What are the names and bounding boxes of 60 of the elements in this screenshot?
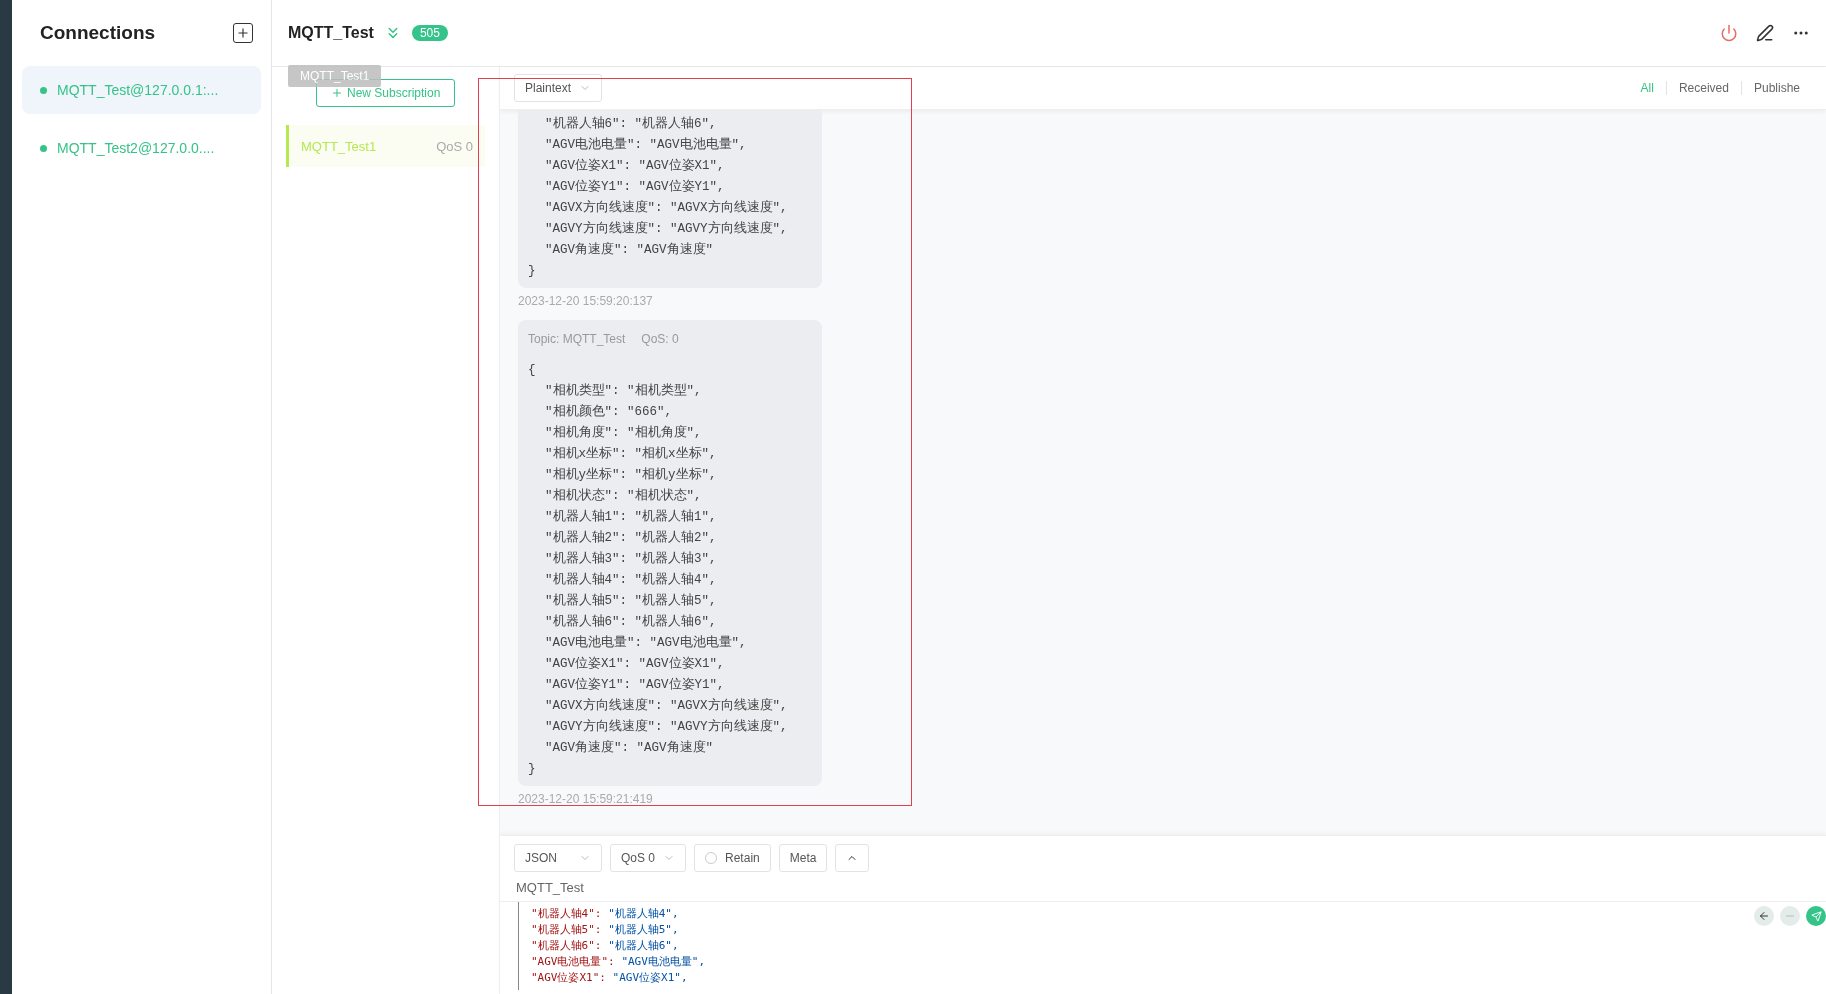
- connection-title: MQTT_Test: [288, 24, 374, 42]
- message-time: 2023-12-20 15:59:21:419: [518, 792, 654, 806]
- editor-line: "AGV电池电量": "AGV电池电量",: [531, 954, 707, 970]
- filter-tab[interactable]: Received: [1665, 81, 1741, 95]
- editor-line: "机器人轴6": "机器人轴6",: [531, 938, 680, 954]
- code-line: "AGV位姿X1": "AGV位姿X1",: [544, 157, 726, 175]
- send-button[interactable]: [1806, 906, 1826, 926]
- code-line: "相机角度": "相机角度",: [544, 424, 703, 442]
- add-icon[interactable]: [233, 23, 253, 43]
- arrow-left-icon: [1758, 910, 1770, 922]
- code-line: "AGV角速度": "AGV角速度": [544, 739, 714, 757]
- sidebar-title: Connections: [40, 22, 156, 44]
- meta-button[interactable]: Meta: [778, 844, 828, 872]
- payload-format-select[interactable]: JSON: [514, 844, 602, 872]
- qos-select[interactable]: QoS 0: [610, 844, 687, 872]
- code-line: "AGVX方向线速度": "AGVX方向线速度",: [544, 697, 789, 715]
- code-line: "机器人轴6": "机器人轴6",: [544, 115, 718, 133]
- retain-toggle[interactable]: Retain: [694, 844, 771, 872]
- message-count: 505: [411, 25, 448, 41]
- code-line: "AGV位姿Y1": "AGV位姿Y1",: [544, 178, 726, 196]
- code-line: "相机类型": "相机类型",: [544, 382, 703, 400]
- message-topic: Topic: MQTT_Test: [528, 332, 626, 346]
- payload-editor[interactable]: "机器人轴4": "机器人轴4", "机器人轴5": "机器人轴5", "机器人轴6": "机器人轴6", "AGV电池电量": "AGV电池电量", "AGV位姿X1": "AGV位姿X1",: [518, 902, 1744, 990]
- code-line: }: [528, 263, 537, 280]
- send-icon: [1810, 910, 1822, 922]
- code-line: "机器人轴5": "机器人轴5",: [544, 592, 718, 610]
- editor-line: "机器人轴5": "机器人轴5",: [531, 922, 680, 938]
- message-qos: QoS: 0: [641, 332, 679, 346]
- back-button[interactable]: [1754, 906, 1774, 926]
- code-line: "机器人轴3": "机器人轴3",: [544, 550, 718, 568]
- code-line: "相机颜色": "666",: [544, 403, 673, 421]
- format-select[interactable]: Plaintext: [514, 74, 603, 102]
- filter-tab[interactable]: Publishe: [1740, 81, 1812, 95]
- editor-line: "机器人轴4": "机器人轴4",: [531, 906, 680, 922]
- code-line: "机器人轴1": "机器人轴1",: [544, 508, 718, 526]
- code-line: "AGV位姿Y1": "AGV位姿Y1",: [544, 676, 726, 694]
- code-line: "AGVY方向线速度": "AGVY方向线速度",: [544, 718, 789, 736]
- code-line: "AGVX方向线速度": "AGVX方向线速度",: [544, 199, 789, 217]
- editor-line: "AGV位姿X1": "AGV位姿X1",: [531, 970, 689, 986]
- code-line: "相机状态": "相机状态",: [544, 487, 703, 505]
- code-line: "AGVY方向线速度": "AGVY方向线速度",: [544, 220, 789, 238]
- message-time: 2023-12-20 15:59:20:137: [518, 294, 654, 308]
- code-line: "AGV电池电量": "AGV电池电量",: [544, 136, 748, 154]
- code-line: "AGV位姿X1": "AGV位姿X1",: [544, 655, 726, 673]
- code-line: }: [528, 761, 537, 778]
- code-line: "相机x坐标": "相机x坐标",: [544, 445, 718, 463]
- pen-icon[interactable]: [1756, 24, 1774, 42]
- topic-input[interactable]: MQTT_Test: [500, 872, 1826, 902]
- code-line: "AGV电池电量": "AGV电池电量",: [544, 634, 748, 652]
- subscription-qos: QoS 0: [436, 138, 473, 154]
- subscription-topic: MQTT_Test1: [301, 138, 377, 154]
- code-line: "AGV角速度": "AGV角速度": [544, 241, 714, 259]
- code-line: {: [528, 362, 537, 379]
- tooltip: MQTT_Test1: [288, 65, 382, 87]
- power-icon[interactable]: [1720, 24, 1738, 42]
- code-line: "机器人轴2": "机器人轴2",: [544, 529, 718, 547]
- code-line: "机器人轴4": "机器人轴4",: [544, 571, 718, 589]
- code-line: "相机y坐标": "相机y坐标",: [544, 466, 718, 484]
- code-line: "机器人轴6": "机器人轴6",: [544, 613, 718, 631]
- plus-icon: [331, 87, 343, 99]
